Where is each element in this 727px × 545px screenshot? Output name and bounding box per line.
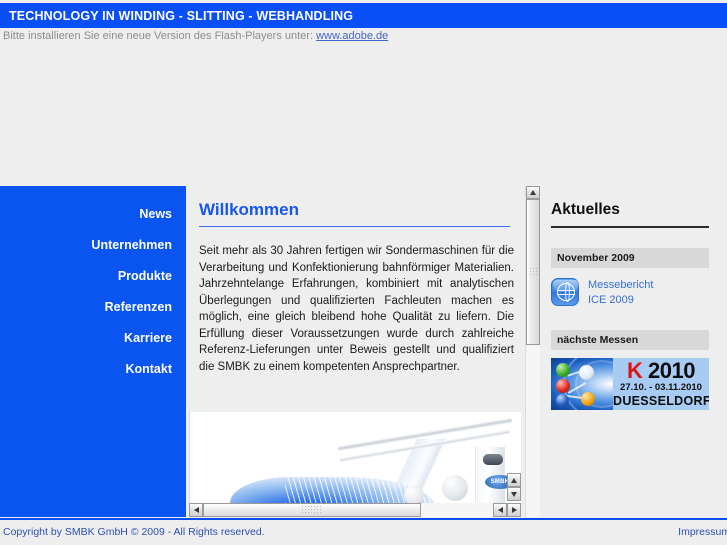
machine-roller-small (404, 485, 424, 505)
fair-banner-k2010[interactable]: K 2010 27.10. - 03.11.2010 DUESSELDORF (551, 357, 709, 410)
scrollbar-grip-icon (301, 505, 323, 515)
banner-ball-blue (556, 393, 569, 407)
aside-heading: Aktuelles (551, 201, 620, 218)
photo-vertical-scrollbar[interactable] (507, 473, 521, 503)
news-link-line1[interactable]: Messebericht (588, 278, 653, 293)
main-vscroll-track[interactable] (526, 346, 540, 517)
photo-horizontal-scrollbar[interactable] (189, 503, 521, 517)
content-inner: Willkommen Seit mehr als 30 Jahren ferti… (189, 186, 521, 387)
machine-dark-component (483, 454, 503, 465)
arrow-left-icon (193, 507, 199, 513)
news-item[interactable]: Messebericht ICE 2009 (551, 277, 721, 308)
heading-divider (199, 226, 510, 227)
photo-step-right-button[interactable] (507, 503, 521, 517)
nav-item-karriere[interactable]: Karriere (0, 323, 186, 354)
main-vscroll-thumb[interactable] (526, 199, 540, 345)
content-heading: Willkommen (199, 200, 299, 219)
news-month-band: November 2009 (551, 247, 709, 268)
photo-hscroll-thumb[interactable] (203, 503, 421, 517)
fair-banner-text: K 2010 27.10. - 03.11.2010 DUESSELDORF (613, 357, 709, 410)
content-paragraph: Seit mehr als 30 Jahren fertigen wir Son… (199, 245, 514, 373)
arrow-right-icon (511, 507, 517, 513)
banner-ball-white (579, 364, 594, 380)
banner-ball-orange (581, 391, 595, 406)
site-header-bar: TECHNOLOGY IN WINDING - SLITTING - WEBHA… (0, 3, 727, 28)
fair-banner-title: K 2010 (613, 359, 709, 382)
nav-item-unternehmen[interactable]: Unternehmen (0, 230, 186, 261)
flash-player-notice: Bitte installieren Sie eine neue Version… (3, 30, 723, 46)
photo-scroll-left-button[interactable] (189, 503, 203, 517)
main-scroll-up-button[interactable] (526, 186, 540, 199)
photo-hscroll-buttons[interactable] (493, 503, 521, 517)
site-footer: Copyright by SMBK GmbH © 2009 - All Righ… (0, 520, 727, 545)
news-link-line2[interactable]: ICE 2009 (588, 293, 653, 308)
banner-ball-green (556, 362, 570, 377)
photo-step-left-button[interactable] (493, 503, 507, 517)
fair-banner-year: 2010 (648, 357, 695, 383)
aside-panel: Aktuelles November 2009 Messebericht ICE… (551, 186, 721, 517)
fair-banner-letter: K (627, 357, 643, 383)
photo-scroll-down-button[interactable] (507, 487, 521, 501)
fair-banner-dates: 27.10. - 03.11.2010 (620, 381, 702, 393)
aside-divider (551, 226, 709, 228)
flash-notice-text: Bitte installieren Sie eine neue Version… (3, 30, 317, 42)
arrow-up-icon (511, 477, 517, 483)
nav-item-kontakt[interactable]: Kontakt (0, 354, 186, 385)
scrollbar-grip-icon (528, 267, 538, 277)
page-root: TECHNOLOGY IN WINDING - SLITTING - WEBHA… (0, 0, 727, 545)
news-item-links[interactable]: Messebericht ICE 2009 (588, 278, 653, 308)
arrow-up-icon (530, 190, 536, 195)
nav-item-produkte[interactable]: Produkte (0, 261, 186, 292)
banner-ball-red (556, 378, 570, 393)
nav-item-news[interactable]: News (0, 199, 186, 230)
machine-photo: SMBK (189, 412, 521, 507)
machine-roller-large (442, 475, 468, 501)
fair-banner-city: DUESSELDORF (613, 393, 709, 408)
main-navigation: News Unternehmen Produkte Referenzen Kar… (0, 186, 186, 517)
globe-glyph (556, 282, 575, 303)
photo-scroll-up-button[interactable] (507, 473, 521, 487)
globe-icon (551, 277, 579, 306)
adobe-link[interactable]: www.adobe.de (316, 30, 388, 42)
nav-item-referenzen[interactable]: Referenzen (0, 292, 186, 323)
fair-banner-graphic (551, 357, 613, 410)
arrow-down-icon (511, 491, 517, 497)
page-title: TECHNOLOGY IN WINDING - SLITTING - WEBHA… (9, 8, 354, 23)
main-vertical-scrollbar[interactable] (525, 186, 540, 517)
copyright-text: Copyright by SMBK GmbH © 2009 - All Righ… (3, 526, 265, 538)
impressum-link[interactable]: Impressum/ (678, 526, 727, 538)
arrow-left-icon (497, 507, 503, 513)
fairs-band: nächste Messen (551, 329, 709, 350)
